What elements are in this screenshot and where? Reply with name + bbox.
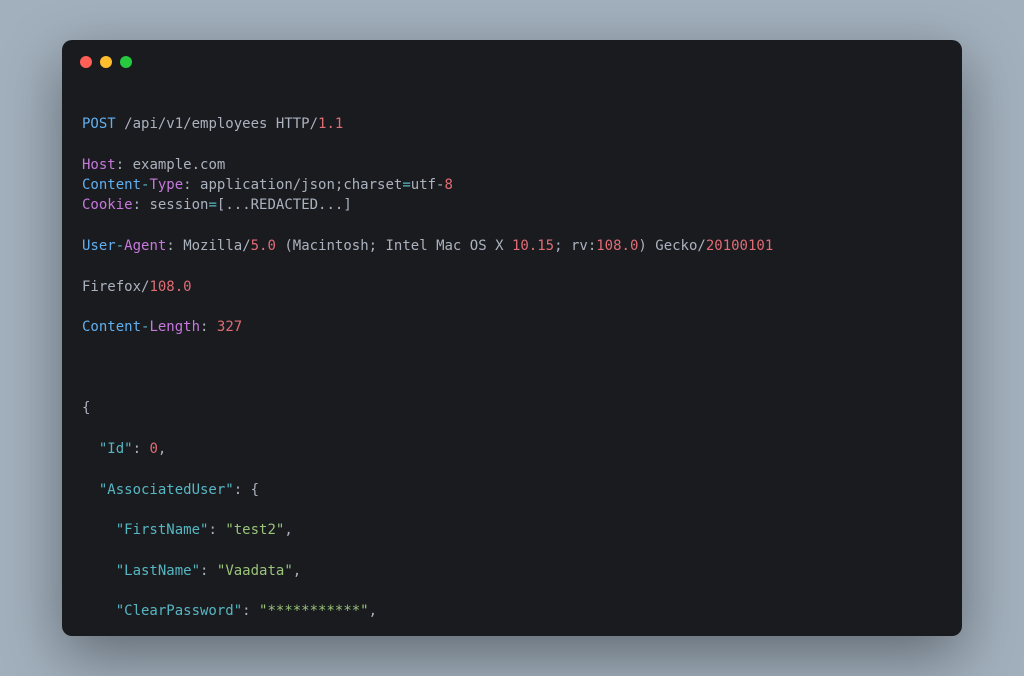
maximize-icon[interactable] bbox=[120, 56, 132, 68]
ua-label: User bbox=[82, 238, 116, 254]
http-protocol: HTTP/ bbox=[276, 116, 318, 132]
code-block: POST /api/v1/employees HTTP/1.1 Host: ex… bbox=[62, 76, 962, 636]
header-content-length: Content-Length: 327 bbox=[82, 317, 942, 337]
terminal-window: POST /api/v1/employees HTTP/1.1 Host: ex… bbox=[62, 40, 962, 636]
content-length-value: 327 bbox=[217, 319, 242, 335]
host-label: Host bbox=[82, 157, 116, 173]
json-assoc: "AssociatedUser": { bbox=[82, 480, 942, 500]
http-method: POST bbox=[82, 116, 116, 132]
cookie-value: session bbox=[149, 197, 208, 213]
http-path: /api/v1/employees bbox=[124, 116, 267, 132]
host-value: example.com bbox=[133, 157, 226, 173]
json-firstname: "FirstName": "test2", bbox=[82, 520, 942, 540]
header-user-agent: User-Agent: Mozilla/5.0 (Macintosh; Inte… bbox=[82, 236, 942, 256]
request-line: POST /api/v1/employees HTTP/1.1 bbox=[82, 114, 942, 134]
blank-line bbox=[82, 358, 942, 378]
header-host: Host: example.com bbox=[82, 155, 942, 175]
http-version: 1.1 bbox=[318, 116, 343, 132]
json-open: { bbox=[82, 398, 942, 418]
json-id: "Id": 0, bbox=[82, 439, 942, 459]
json-lastname: "LastName": "Vaadata", bbox=[82, 561, 942, 581]
minimize-icon[interactable] bbox=[100, 56, 112, 68]
window-controls bbox=[62, 40, 962, 76]
cookie-label: Cookie bbox=[82, 197, 133, 213]
json-clearpw: "ClearPassword": "***********", bbox=[82, 601, 942, 621]
cookie-redacted: [...REDACTED...] bbox=[217, 197, 352, 213]
header-cookie: Cookie: session=[...REDACTED...] bbox=[82, 195, 942, 215]
close-icon[interactable] bbox=[80, 56, 92, 68]
header-ua-line2: Firefox/108.0 bbox=[82, 277, 942, 297]
header-content-type-overlay: Content-Type: application/json;charset=u… bbox=[82, 175, 453, 195]
